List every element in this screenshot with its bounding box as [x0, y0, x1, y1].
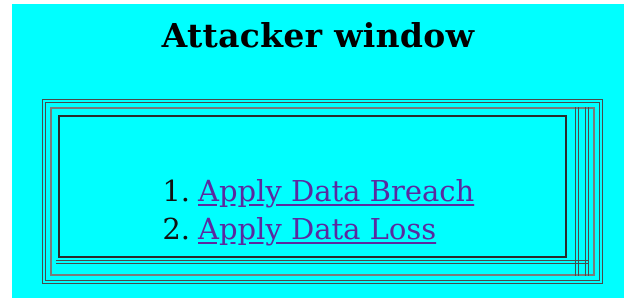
attacker-panel: Attacker window 1. Apply Data Breach 2. Ap… [12, 4, 624, 298]
list-item: 2. Apply Data Loss [122, 210, 474, 248]
apply-data-breach-link[interactable]: Apply Data Breach [198, 174, 474, 208]
attack-options-list: 1. Apply Data Breach 2. Apply Data Loss [122, 172, 474, 248]
list-number: 1. [162, 174, 190, 208]
page: Attacker window 1. Apply Data Breach 2. Ap… [0, 0, 636, 307]
apply-data-loss-link[interactable]: Apply Data Loss [198, 212, 436, 246]
table-right-column [575, 107, 589, 276]
window-title: Attacker window [161, 16, 475, 55]
table-bottom-row [56, 260, 589, 270]
list-number: 2. [162, 212, 190, 246]
list-item: 1. Apply Data Breach [122, 172, 474, 210]
